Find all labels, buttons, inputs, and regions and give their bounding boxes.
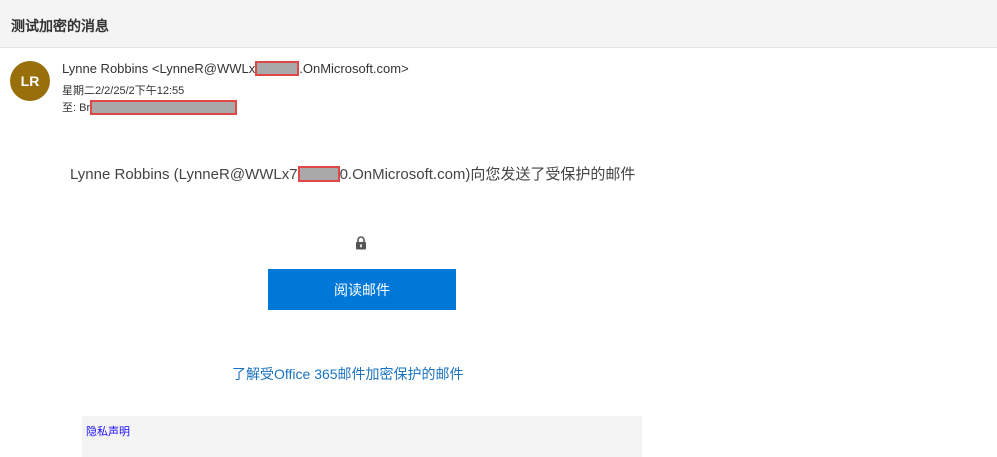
redaction-box <box>255 60 300 76</box>
protected-message-notice: Lynne Robbins (LynneR@WWLx7 0.OnMicrosoft… <box>70 163 635 184</box>
read-message-button[interactable]: 阅读邮件 <box>268 269 456 310</box>
message-header: 测试加密的消息 <box>0 0 997 48</box>
notice-prefix: Lynne Robbins (LynneR@WWLx7 <box>70 166 298 183</box>
message-subject: 测试加密的消息 <box>11 18 109 34</box>
sender-line: Lynne Robbins <LynneR@WWLx .OnMicrosoft.c… <box>62 60 409 76</box>
privacy-statement-link[interactable]: 隐私声明 <box>86 423 130 439</box>
read-message-label: 阅读邮件 <box>334 281 390 298</box>
learn-more-link[interactable]: 了解受Office 365邮件加密保护的邮件 <box>232 364 464 384</box>
sent-date: 星期二2/2/25/2下午12:55 <box>62 85 185 97</box>
redaction-box <box>297 165 340 182</box>
sender-address-suffix: .OnMicrosoft.com> <box>299 61 409 76</box>
notice-suffix: 0.OnMicrosoft.com)向您发送了受保护的邮件 <box>339 166 636 183</box>
avatar: LR <box>10 61 50 101</box>
redaction-box <box>90 99 238 115</box>
lock-icon <box>356 236 366 250</box>
avatar-initials: LR <box>20 73 40 89</box>
privacy-footer: 隐私声明 <box>82 416 642 457</box>
sender-address-prefix: Lynne Robbins <LynneR@WWLx <box>62 61 256 76</box>
recipient-label: 至: Br <box>62 102 91 114</box>
recipient-line: 至: Br <box>62 99 238 115</box>
